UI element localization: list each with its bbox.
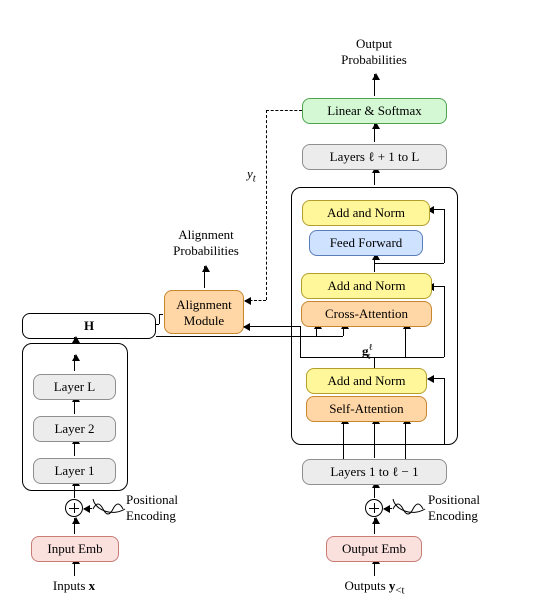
oplus-decoder xyxy=(365,499,383,517)
alignment-prob-top: Alignment xyxy=(178,227,234,242)
cross-attention-label: Cross-Attention xyxy=(325,306,408,321)
v-left-from-an1 xyxy=(300,326,301,357)
residual-sa-h-bot xyxy=(405,444,444,445)
layers-hi-box: Layers ℓ + 1 to L xyxy=(302,144,447,170)
y-t-label: yt xyxy=(247,166,256,185)
oplus-encoder xyxy=(65,499,83,517)
add-norm-2-label: Add and Norm xyxy=(328,278,406,293)
arrow-wave-to-oplus-enc xyxy=(84,508,92,509)
feed-forward-label: Feed Forward xyxy=(330,235,403,250)
hseg-h-out xyxy=(156,324,159,325)
arr-ca-q xyxy=(405,323,406,357)
output-prob-label: Output Probabilities xyxy=(318,36,430,68)
output-prob-bot: Probabilities xyxy=(341,52,407,67)
add-norm-1-label: Add and Norm xyxy=(328,373,406,388)
y-t-sub: t xyxy=(253,173,256,185)
dash-into-align xyxy=(245,300,266,301)
v-in-sa-3 xyxy=(405,444,406,459)
pos-enc-label-dec: Positional Encoding xyxy=(428,492,508,524)
arrow-wave-to-oplus-dec xyxy=(384,508,392,509)
arrow-align-out xyxy=(204,266,205,288)
residual-ca-v xyxy=(444,286,445,357)
output-emb-label: Output Emb xyxy=(342,541,406,556)
v-in-sa-1 xyxy=(343,444,344,459)
encoder-layer-1: Layer 1 xyxy=(33,458,116,484)
arr-to-output xyxy=(374,74,375,96)
decoder-bottom-label: Outputs y<t xyxy=(302,578,447,597)
dash-from-softmax-h xyxy=(266,110,302,111)
add-norm-2-box: Add and Norm xyxy=(301,273,432,299)
encoder-bottom-label-x: x xyxy=(89,578,96,593)
output-emb-box: Output Emb xyxy=(326,536,422,562)
add-norm-3-box: Add and Norm xyxy=(302,200,430,226)
input-emb-label: Input Emb xyxy=(47,541,102,556)
v-after-an1 xyxy=(374,357,375,368)
encoder-layer-L-label: Layer L xyxy=(54,379,96,394)
cross-attention-box: Cross-Attention xyxy=(301,301,432,327)
feed-forward-box: Feed Forward xyxy=(309,230,423,256)
h-ca-kv xyxy=(316,336,343,337)
encoder-bottom-label-text: Inputs xyxy=(53,578,89,593)
layers-hi-label: Layers ℓ + 1 to L xyxy=(330,149,420,164)
arr-in-sa-2 xyxy=(374,418,375,458)
arrow-ll-top xyxy=(74,355,75,371)
self-attention-label: Self-Attention xyxy=(329,401,403,416)
encoder-output-h: H xyxy=(22,313,156,339)
encoder-layer-2: Layer 2 xyxy=(33,416,116,442)
vseg-h-turn xyxy=(159,314,160,324)
add-norm-1-box: Add and Norm xyxy=(306,368,427,394)
encoder-layer-2-label: Layer 2 xyxy=(54,421,94,436)
h-in-sa-split xyxy=(343,444,405,445)
pos-enc-label-enc: Positional Encoding xyxy=(126,492,206,524)
encoder-layer-1-label: Layer 1 xyxy=(54,463,94,478)
arrow-emb-to-oplus-dec xyxy=(374,518,375,534)
self-attention-box: Self-Attention xyxy=(306,396,427,422)
arrow-to-h xyxy=(74,337,75,342)
dash-from-softmax-v xyxy=(266,110,267,300)
output-prob-top: Output xyxy=(356,36,392,51)
layers-lo-label: Layers 1 to ℓ − 1 xyxy=(330,464,418,479)
residual-ff-h-bot xyxy=(374,263,444,264)
g-label: gℓt xyxy=(362,342,370,361)
pos-enc-enc-bot: Encoding xyxy=(126,508,176,523)
sin-wave-icon-encoder xyxy=(92,498,126,520)
alignment-module-top: Alignment xyxy=(176,297,232,312)
residual-ff-v xyxy=(444,209,445,263)
arr-to-linear xyxy=(374,123,375,142)
encoder-output-h-label: H xyxy=(84,318,94,333)
linear-softmax-box: Linear & Softmax xyxy=(302,98,447,124)
h-h-to-ca-1 xyxy=(156,336,343,337)
encoder-bottom-label: Inputs x xyxy=(24,578,124,594)
add-norm-3-label: Add and Norm xyxy=(327,205,405,220)
arrowhead-into-align-right xyxy=(244,326,245,327)
encoder-layer-L: Layer L xyxy=(33,374,116,400)
alignment-prob-bot: Probabilities xyxy=(173,243,239,258)
residual-ff-h-top xyxy=(428,209,444,210)
residual-sa-v xyxy=(444,378,445,444)
input-emb-box: Input Emb xyxy=(31,536,119,562)
linear-softmax-label: Linear & Softmax xyxy=(327,103,422,118)
g-sub: t xyxy=(368,351,371,361)
arrow-emb-to-oplus-enc xyxy=(74,518,75,534)
alignment-prob-label: Alignment Probabilities xyxy=(156,227,256,259)
pos-enc-dec-top: Positional xyxy=(428,492,480,507)
decoder-bottom-sub: <t xyxy=(395,585,404,597)
residual-sa-h-top xyxy=(428,378,444,379)
sin-wave-icon-decoder xyxy=(392,498,426,520)
pos-enc-enc-top: Positional xyxy=(126,492,178,507)
alignment-module-bot: Module xyxy=(184,313,224,328)
h-left-to-align xyxy=(245,326,300,327)
alignment-module-box: Alignment Module xyxy=(164,290,244,334)
layers-lo-box: Layers 1 to ℓ − 1 xyxy=(302,459,447,485)
hseg-h-into-align xyxy=(159,314,163,315)
pos-enc-dec-bot: Encoding xyxy=(428,508,478,523)
decoder-bottom-text: Outputs xyxy=(344,578,388,593)
h-after-an1 xyxy=(300,357,444,358)
